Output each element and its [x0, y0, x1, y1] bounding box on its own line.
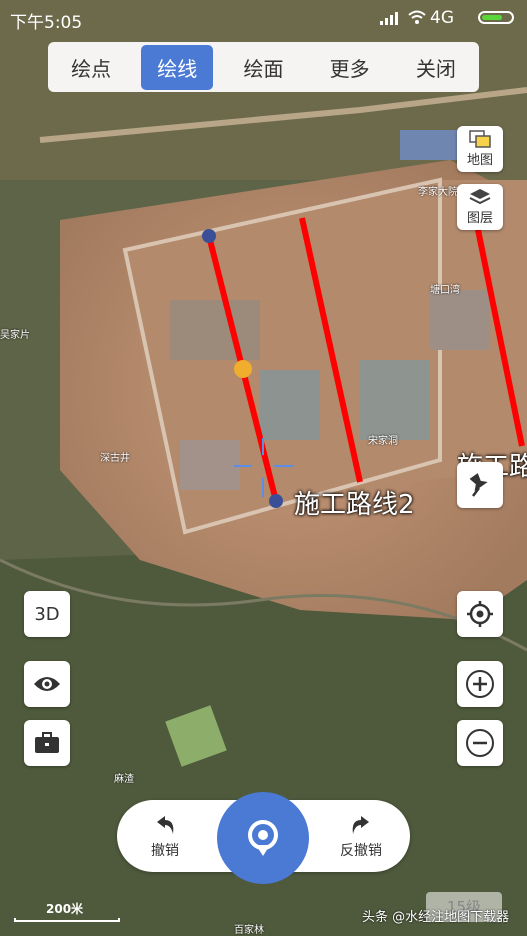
redo-icon: [352, 816, 369, 834]
location-pin-icon: [248, 820, 278, 856]
layers-label: 图层: [466, 211, 493, 226]
redo-button[interactable]: 反撤销: [326, 814, 396, 860]
route-label: 施工路线2: [294, 490, 415, 520]
tab-close[interactable]: 关闭: [400, 45, 472, 90]
zoom-out-button[interactable]: [457, 720, 503, 766]
tab-draw-polygon[interactable]: 绘面: [227, 45, 299, 90]
map-label: 宋家洞: [368, 436, 398, 447]
pin-icon: [469, 473, 488, 497]
map-label: 百家林: [234, 925, 264, 936]
location-button[interactable]: [217, 792, 309, 884]
battery-icon: [478, 11, 514, 24]
scale-text: 200米: [46, 902, 84, 916]
status-bar: 下午5:05 4G: [0, 0, 527, 36]
eye-icon: [34, 677, 60, 691]
toolbox-button[interactable]: [24, 720, 70, 766]
map-type-label: 地图: [466, 153, 493, 168]
briefcase-icon: [35, 732, 59, 753]
undo-label: 撤销: [151, 843, 179, 859]
wifi-icon: [408, 10, 426, 24]
map-label: 吴家片: [0, 330, 30, 341]
network-type: 4G: [430, 8, 454, 28]
tab-draw-point[interactable]: 绘点: [55, 45, 127, 90]
map-label: 麻渣: [114, 774, 134, 785]
map-label: 深古井: [100, 453, 130, 464]
layers-icon: [469, 189, 491, 205]
3d-label: 3D: [34, 603, 60, 625]
visibility-button[interactable]: [24, 661, 70, 707]
map-type-button[interactable]: 地图: [457, 126, 503, 172]
crosshair-icon: [467, 601, 493, 627]
zoom-in-button[interactable]: [457, 661, 503, 707]
plus-icon: [466, 670, 494, 698]
pin-button[interactable]: [457, 462, 503, 508]
scale-line: [14, 918, 120, 922]
minus-icon: [466, 729, 494, 757]
scale-bar: 200米: [14, 898, 124, 928]
signal-icon: [380, 12, 398, 25]
tab-more[interactable]: 更多: [314, 45, 386, 90]
undo-icon: [157, 816, 174, 834]
draw-toolbar: 绘点 绘线 绘面 更多 关闭: [48, 42, 479, 92]
layers-button[interactable]: 图层: [457, 184, 503, 230]
locate-me-button[interactable]: [457, 591, 503, 637]
map-label: 李家大院: [418, 187, 458, 198]
undo-button[interactable]: 撤销: [135, 814, 195, 860]
tab-draw-line[interactable]: 绘线: [141, 44, 214, 90]
map-label: 塘口湾: [430, 285, 460, 296]
map-icon: [469, 130, 491, 148]
watermark: 头条 @水经注地图下载器: [362, 910, 510, 925]
redo-label: 反撤销: [340, 843, 382, 859]
3d-button[interactable]: 3D: [24, 591, 70, 637]
status-time: 下午5:05: [10, 13, 83, 33]
